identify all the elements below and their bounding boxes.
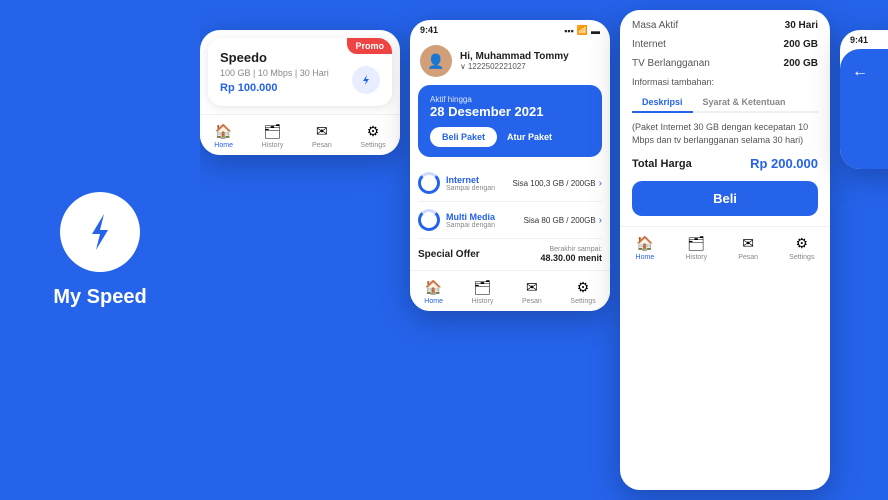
avatar-s2: 👤 [420,45,452,77]
settings-icon-s1: ⚙ [367,123,380,140]
total-price-s3: Rp 200.000 [750,156,818,171]
detail-content-s3: Masa Aktif 30 Hari Internet 200 GB TV Be… [620,10,830,226]
nav-home-s3[interactable]: 🏠 Home [636,235,655,261]
chevron-right-icon-internet: › [599,178,602,189]
nav-history-s1[interactable]: 🗂 History [262,123,284,149]
tabs-row-s3: Deskripsi Syarat & Ketentuan [632,93,818,113]
atur-paket-button-s2[interactable]: Atur Paket [507,132,552,142]
nav-home-s1[interactable]: 🏠 Home [214,123,233,149]
lightning-icon [352,66,380,94]
status-bar-s2: 9:41 ▪▪▪ 📶 ▬ [410,20,610,39]
active-card-s2: Aktif hingga 28 Desember 2021 Beli Paket… [418,85,602,157]
screens-container: Promo Speedo 100 GB | 10 Mbps | 30 Hari … [200,0,888,500]
chevron-right-icon-multimedia: › [599,215,602,226]
usage-sub-internet: Sampai dengan [446,185,495,192]
berakhir-time-s2: 48.30.00 menit [540,253,602,263]
status-time-s2: 9:41 [420,25,438,36]
info-tambahan-label-s3: Informasi tambahan: [632,77,818,87]
special-offer-right-s2: Berakhir sampai: 48.30.00 menit [540,246,602,263]
screen4-phone: 9:41 ▪▪▪ 📶 ▬ ← Lighting 200 GB [840,30,888,169]
promo-badge: Promo [347,38,392,54]
usage-row-multimedia: Multi Media Sampai dengan Sisa 80 GB / 2… [418,202,602,239]
detail-row-masa-aktif: Masa Aktif 30 Hari [632,20,818,31]
nav-settings-label-s1: Settings [360,142,385,149]
lighting-title-s4: Lighting [852,97,888,113]
pesan-icon-s1: ✉ [316,123,328,140]
chevron-down-icon: ∨ [460,62,466,71]
aktif-date-s2: 28 Desember 2021 [430,104,590,119]
nav-history-s2[interactable]: 🗂 History [472,279,494,305]
tab-syarat[interactable]: Syarat & Ketentuan [693,93,796,111]
nav-home-s2[interactable]: 🏠 Home [424,279,443,305]
history-icon-s1: 🗂 [264,123,282,140]
usage-row-internet: Internet Sampai dengan Sisa 100,3 GB / 2… [418,165,602,202]
status-icons-s2: ▪▪▪ 📶 ▬ [564,25,600,36]
usage-right-internet[interactable]: Sisa 100,3 GB / 200GB › [512,178,602,189]
nav-pesan-label-s1: Pesan [312,142,332,149]
nav-history-label-s1: History [262,142,284,149]
beli-button-s3[interactable]: Beli [632,181,818,216]
lighting-header-s4: ← Lighting 200 GB [840,49,888,169]
brand-name: My Speed [53,286,146,309]
berakhir-label-s2: Berakhir sampai: [540,246,602,253]
promo-card: Promo Speedo 100 GB | 10 Mbps | 30 Hari … [208,38,392,106]
special-offer-row-s2: Special Offer Berakhir sampai: 48.30.00 … [410,239,610,270]
battery-icon-s2: ▬ [591,26,600,36]
lighting-gb-s4: 200 GB [852,113,888,139]
bottom-nav-s3: 🏠 Home 🗂 History ✉ Pesan ⚙ Settings [620,226,830,267]
user-header-s2: 👤 Hi, Muhammad Tommy ∨ 1222502221027 [410,39,610,85]
screen1-phone: Promo Speedo 100 GB | 10 Mbps | 30 Hari … [200,30,400,155]
bottom-nav-screen1: 🏠 Home 🗂 History ✉ Pesan ⚙ Settings [200,114,400,155]
brand-logo [60,192,140,272]
nav-pesan-s2[interactable]: ✉ Pesan [522,279,542,305]
beli-paket-button-s2[interactable]: Beli Paket [430,127,497,147]
total-label-s3: Total Harga [632,158,692,170]
status-time-s4: 9:41 [850,35,868,46]
account-num-s2: ∨ 1222502221027 [460,62,569,71]
total-row-s3: Total Harga Rp 200.000 [632,156,818,171]
usage-circle-multimedia [418,209,440,231]
brand-section: My Speed [0,192,200,309]
greeting-s2: Hi, Muhammad Tommy [460,51,569,62]
home-icon-s1: 🏠 [215,123,232,140]
description-text-s3: (Paket Internet 30 GB dengan kecepatan 1… [632,121,818,146]
usage-left-internet: Internet Sampai dengan [418,172,495,194]
usage-circle-internet [418,172,440,194]
wifi-icon-s2: 📶 [577,25,588,36]
nav-home-label-s1: Home [214,142,233,149]
usage-text-internet: Internet Sampai dengan [446,175,495,192]
aktif-label-s2: Aktif hingga [430,95,590,104]
nav-pesan-s1[interactable]: ✉ Pesan [312,123,332,149]
detail-row-internet: Internet 200 GB [632,39,818,50]
screen3-phone: Masa Aktif 30 Hari Internet 200 GB TV Be… [620,10,830,490]
special-offer-title-s2: Special Offer [418,249,480,260]
active-card-buttons-s2: Beli Paket Atur Paket [430,127,590,147]
back-button-s4[interactable]: ← [852,63,888,81]
nav-pesan-s3[interactable]: ✉ Pesan [738,235,758,261]
usage-right-multimedia[interactable]: Sisa 80 GB / 200GB › [524,215,602,226]
nav-settings-s1[interactable]: ⚙ Settings [360,123,385,149]
tab-deskripsi[interactable]: Deskripsi [632,93,693,113]
user-info-s2: Hi, Muhammad Tommy ∨ 1222502221027 [460,51,569,71]
nav-settings-s2[interactable]: ⚙ Settings [570,279,595,305]
usage-sub-multimedia: Sampai dengan [446,222,495,229]
usage-left-multimedia: Multi Media Sampai dengan [418,209,495,231]
usage-text-multimedia: Multi Media Sampai dengan [446,212,495,229]
nav-settings-s3[interactable]: ⚙ Settings [789,235,814,261]
screen2-phone: 9:41 ▪▪▪ 📶 ▬ 👤 Hi, Muhammad Tommy ∨ 1222… [410,20,610,311]
signal-icon-s2: ▪▪▪ [564,26,574,36]
status-bar-s4: 9:41 ▪▪▪ 📶 ▬ [840,30,888,49]
bottom-nav-s2: 🏠 Home 🗂 History ✉ Pesan ⚙ Settings [410,270,610,311]
usage-name-internet: Internet [446,175,495,185]
nav-history-s3[interactable]: 🗂 History [685,235,707,261]
detail-row-tv: TV Berlangganan 200 GB [632,58,818,69]
usage-name-multimedia: Multi Media [446,212,495,222]
usage-section-s2: Internet Sampai dengan Sisa 100,3 GB / 2… [410,165,610,239]
